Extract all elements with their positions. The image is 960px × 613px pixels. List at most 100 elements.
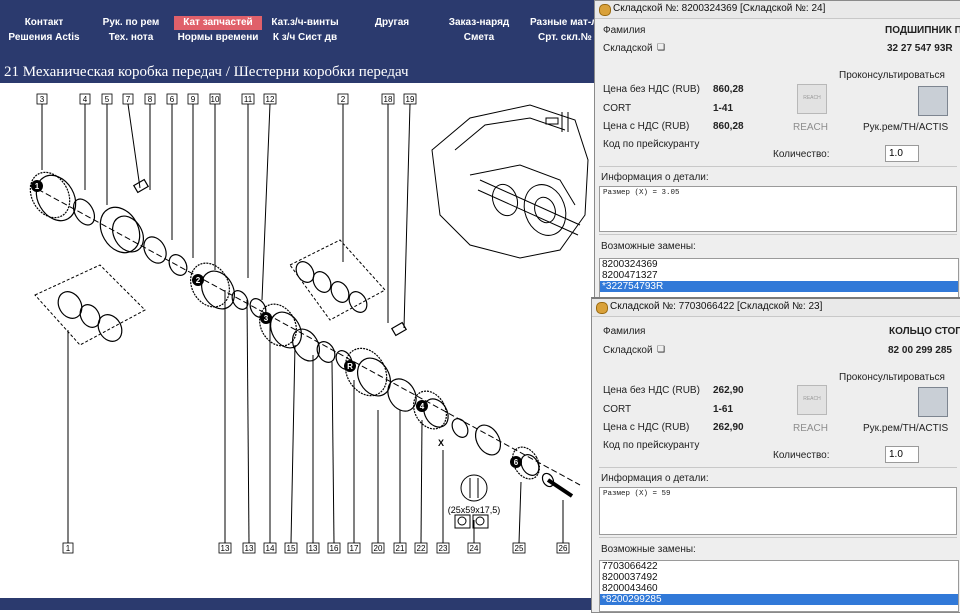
separator [599, 166, 957, 167]
window-title: Складской №: 8200324369 [Складской №: 24… [613, 3, 826, 14]
manual-icon[interactable] [918, 387, 948, 417]
gear-marker-3: 3 [264, 314, 269, 323]
replacement-item-selected[interactable]: *322754793R [600, 281, 958, 292]
callout-13c: 13 [309, 544, 318, 553]
page-title-bar: 21 Механическая коробка передач / Шестер… [0, 47, 596, 83]
callout-17: 17 [350, 544, 359, 553]
part-info-textarea[interactable]: Размер (X) = 3.05 [599, 186, 957, 232]
price-incl-label: Цена с НДС (RUB) [603, 422, 690, 433]
callout-1: 1 [66, 544, 71, 553]
nav-estimate[interactable]: Смета [437, 31, 521, 45]
callout-10: 10 [211, 95, 220, 104]
quantity-label: Количество: [773, 450, 830, 461]
family-value: КОЛЬЦО СТОПО [889, 326, 960, 337]
reach-icon[interactable]: REACH [797, 385, 827, 415]
cort-value: 1-41 [713, 103, 734, 114]
replacement-item[interactable]: 8200471327 [600, 270, 958, 281]
top-label-boxes [36, 93, 417, 105]
consult-label: Проконсультироваться [839, 70, 945, 81]
nav-labor-times[interactable]: Нормы времени [174, 31, 262, 45]
window-titlebar[interactable]: Складской №: 7703066422 [Складской №: 23… [592, 299, 960, 317]
callout-18: 18 [384, 95, 393, 104]
callout-23: 23 [439, 544, 448, 553]
price-excl-label: Цена без НДС (RUB) [603, 84, 700, 95]
stock-value: 82 00 299 285 [888, 345, 952, 356]
dimension-x-marker: X [438, 438, 444, 448]
replacement-item-selected[interactable]: *8200299285 [600, 594, 958, 605]
callout-7: 7 [126, 95, 131, 104]
replacement-item[interactable]: 7703066422 [600, 561, 958, 572]
separator [599, 537, 957, 538]
price-incl-label: Цена с НДС (RUB) [603, 121, 690, 132]
gearbox-exploded-diagram[interactable]: 3 4 5 7 8 6 9 10 11 12 2 18 19 1 13 13 1… [0, 84, 594, 598]
nav-parts-catalog[interactable]: Кат запчастей [174, 16, 262, 30]
callout-5: 5 [105, 95, 110, 104]
manual-label: Рук.рем/TH/ACTIS [863, 122, 949, 133]
nav-engine-system-parts[interactable]: К з/ч Сист дв [263, 31, 347, 45]
callout-26: 26 [559, 544, 568, 553]
part-info-label: Информация о детали: [601, 473, 709, 484]
part-info-window-1: Складской №: 8200324369 [Складской №: 24… [594, 0, 960, 299]
separator [599, 234, 957, 235]
callout-3: 3 [40, 95, 45, 104]
separator [599, 467, 957, 468]
bottom-bar [0, 598, 596, 610]
callout-13a: 13 [221, 544, 230, 553]
price-incl-value: 262,90 [713, 422, 744, 433]
app-icon [599, 4, 611, 16]
price-excl-value: 262,90 [713, 385, 744, 396]
cort-value: 1-61 [713, 404, 734, 415]
callout-19: 19 [406, 95, 415, 104]
part-info-textarea[interactable]: Размер (X) = 59 [599, 487, 957, 535]
stock-copy-icon[interactable]: ❏ [657, 344, 665, 355]
price-excl-label: Цена без НДС (RUB) [603, 385, 700, 396]
replacement-item[interactable]: 8200043460 [600, 583, 958, 594]
nav-warehouse-number[interactable]: Срт. скл.№ [522, 31, 596, 45]
top-callouts [41, 103, 411, 329]
replacements-label: Возможные замены: [601, 241, 696, 252]
callout-2: 2 [341, 95, 346, 104]
bearing-dimension: (25x59x17,5) [448, 505, 501, 515]
top-navigation: Контакт Рук. по рем Кат запчастей Кат.з/… [0, 0, 596, 47]
callout-4: 4 [83, 95, 88, 104]
stock-label: Складской [603, 345, 653, 356]
nav-work-order[interactable]: Заказ-наряд [437, 16, 521, 30]
part-info-window-2: Складской №: 7703066422 [Складской №: 23… [591, 297, 960, 613]
nav-misc-materials[interactable]: Разные мат-л [522, 16, 596, 30]
price-excl-value: 860,28 [713, 84, 744, 95]
nav-actis-solutions[interactable]: Решения Actis [0, 31, 88, 45]
family-label: Фамилия [603, 326, 646, 337]
manual-label: Рук.рем/TH/ACTIS [863, 423, 949, 434]
nav-tech-note[interactable]: Тех. нота [89, 31, 173, 45]
replacements-list[interactable]: 7703066422 8200037492 8200043460 *820029… [599, 560, 959, 612]
app-icon [596, 302, 608, 314]
quantity-input[interactable]: 1.0 [885, 145, 919, 162]
nav-repair-manual[interactable]: Рук. по рем [89, 16, 173, 30]
reach-icon[interactable]: REACH [797, 84, 827, 114]
callout-12: 12 [266, 95, 275, 104]
price-code-label: Код по прейскуранту [603, 440, 700, 451]
nav-screws-catalog[interactable]: Кат.з/ч-винты [263, 16, 347, 30]
replacements-list[interactable]: 8200324369 8200471327 *322754793R [599, 258, 959, 298]
callout-22: 22 [417, 544, 426, 553]
stock-copy-icon[interactable]: ❏ [657, 42, 665, 53]
callout-20: 20 [374, 544, 383, 553]
callout-15: 15 [287, 544, 296, 553]
window-title: Складской №: 7703066422 [Складской №: 23… [610, 301, 823, 312]
nav-contact[interactable]: Контакт [0, 16, 88, 30]
cort-label: CORT [603, 103, 632, 114]
replacements-label: Возможные замены: [601, 544, 696, 555]
page-title: 21 Механическая коробка передач / Шестер… [4, 64, 409, 80]
callout-8: 8 [148, 95, 153, 104]
gear-marker-1: 1 [35, 182, 40, 191]
replacement-item[interactable]: 8200037492 [600, 572, 958, 583]
gear-marker-6: 6 [514, 458, 519, 467]
replacement-item[interactable]: 8200324369 [600, 259, 958, 270]
window-titlebar[interactable]: Складской №: 8200324369 [Складской №: 24… [595, 1, 960, 19]
part-info-label: Информация о детали: [601, 172, 709, 183]
manual-icon[interactable] [918, 86, 948, 116]
callout-16: 16 [330, 544, 339, 553]
cort-label: CORT [603, 404, 632, 415]
quantity-input[interactable]: 1.0 [885, 446, 919, 463]
nav-other[interactable]: Другая [348, 16, 436, 30]
